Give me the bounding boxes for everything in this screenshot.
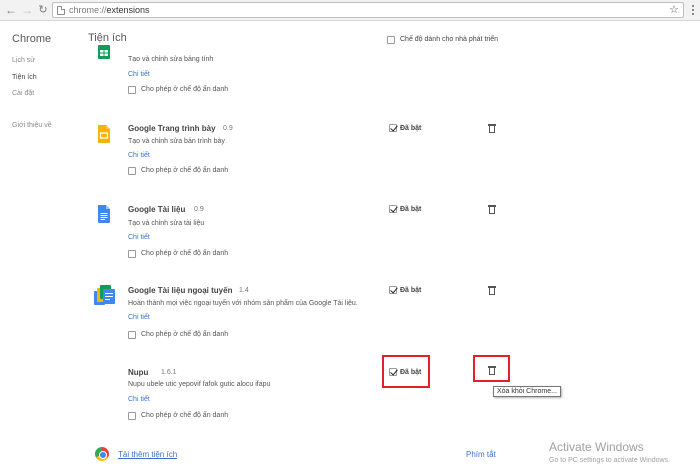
sidebar-item-settings[interactable]: Cài đặt [12,90,34,97]
developer-mode-label: Chế độ dành cho nhà phát triển [400,36,499,43]
incognito-label: Cho phép ở chế độ ẩn danh [141,250,229,257]
incognito-checkbox[interactable] [128,250,136,258]
page-title: Tiện ích [88,32,127,44]
incognito-label: Cho phép ở chế độ ẩn danh [141,86,229,93]
sidebar-title: Chrome [12,33,52,45]
extension-details-link[interactable]: Chi tiết [128,234,150,241]
extension-version: 0.9 [194,206,204,213]
enable-label: Đã bật [400,287,422,294]
google-sheets-icon [98,45,110,59]
url-path: extensions [106,5,150,15]
incognito-checkbox[interactable] [128,331,136,339]
extension-description: Hoàn thành mọi việc ngoại tuyến với nhóm… [128,300,358,307]
extension-version: 0.9 [223,125,233,132]
extension-version: 1.4 [239,287,249,294]
page-icon [57,6,65,15]
activate-windows-subtitle: Go to PC settings to activate Windows. [549,457,670,464]
enable-label: Đã bật [400,206,422,213]
extension-description: Tạo và chỉnh sửa bảng tính [128,56,214,63]
trash-icon[interactable] [488,286,496,295]
trash-icon[interactable] [488,366,496,375]
extension-name: Google Tài liệu [128,205,186,214]
address-bar[interactable]: chrome://extensions ☆ [52,2,684,18]
enable-checkbox[interactable] [389,368,397,376]
developer-mode-checkbox[interactable] [387,36,395,44]
extension-version: 1.6.1 [161,369,177,376]
extension-details-link[interactable]: Chi tiết [128,152,150,159]
enable-label: Đã bật [400,125,422,132]
incognito-checkbox[interactable] [128,167,136,175]
extension-details-link[interactable]: Chi tiết [128,71,150,78]
back-arrow-icon[interactable]: ← [4,3,18,17]
chrome-menu-icon[interactable] [688,3,698,17]
extension-description: Tạo và chỉnh sửa tài liệu [128,220,205,227]
sidebar-item-extensions[interactable]: Tiện ích [12,74,37,81]
url-text[interactable]: chrome://extensions [69,5,150,15]
sidebar-item-about[interactable]: Giới thiệu về [12,122,52,129]
extension-description: Nupu ubele utic yepovif fafok gutic aloc… [128,381,271,388]
url-scheme: chrome:// [69,5,107,15]
browser-toolbar: ← → ↻ chrome://extensions ☆ [0,0,700,21]
google-docs-icon [98,205,110,223]
incognito-label: Cho phép ở chế độ ẩn danh [141,331,229,338]
extension-details-link[interactable]: Chi tiết [128,314,150,321]
forward-arrow-icon[interactable]: → [20,3,34,17]
enable-checkbox[interactable] [389,205,397,213]
chrome-webstore-icon [95,447,109,461]
incognito-label: Cho phép ở chế độ ẩn danh [141,412,229,419]
google-docs-offline-icon [94,285,115,305]
bookmark-star-icon[interactable]: ☆ [669,3,679,16]
incognito-checkbox[interactable] [128,412,136,420]
extension-details-link[interactable]: Chi tiết [128,396,150,403]
trash-icon[interactable] [488,124,496,133]
keyboard-shortcuts-link[interactable]: Phím tắt [466,450,496,459]
sidebar-item-history[interactable]: Lịch sử [12,57,35,64]
reload-icon[interactable]: ↻ [36,3,50,17]
enable-checkbox[interactable] [389,124,397,132]
trash-icon[interactable] [488,205,496,214]
incognito-checkbox[interactable] [128,86,136,94]
activate-windows-title: Activate Windows [549,440,644,454]
incognito-label: Cho phép ở chế độ ẩn danh [141,167,229,174]
extension-name: Nupu [128,368,149,377]
extension-name: Google Tài liệu ngoại tuyến [128,286,233,295]
extension-description: Tạo và chỉnh sửa bản trình bày [128,138,225,145]
google-slides-icon [98,125,110,143]
remove-tooltip: Xóa khỏi Chrome... [493,386,561,397]
enable-checkbox[interactable] [389,286,397,294]
get-more-extensions-link[interactable]: Tải thêm tiện ích [118,450,177,459]
enable-label: Đã bật [400,369,422,376]
extension-name: Google Trang trình bày [128,124,216,133]
